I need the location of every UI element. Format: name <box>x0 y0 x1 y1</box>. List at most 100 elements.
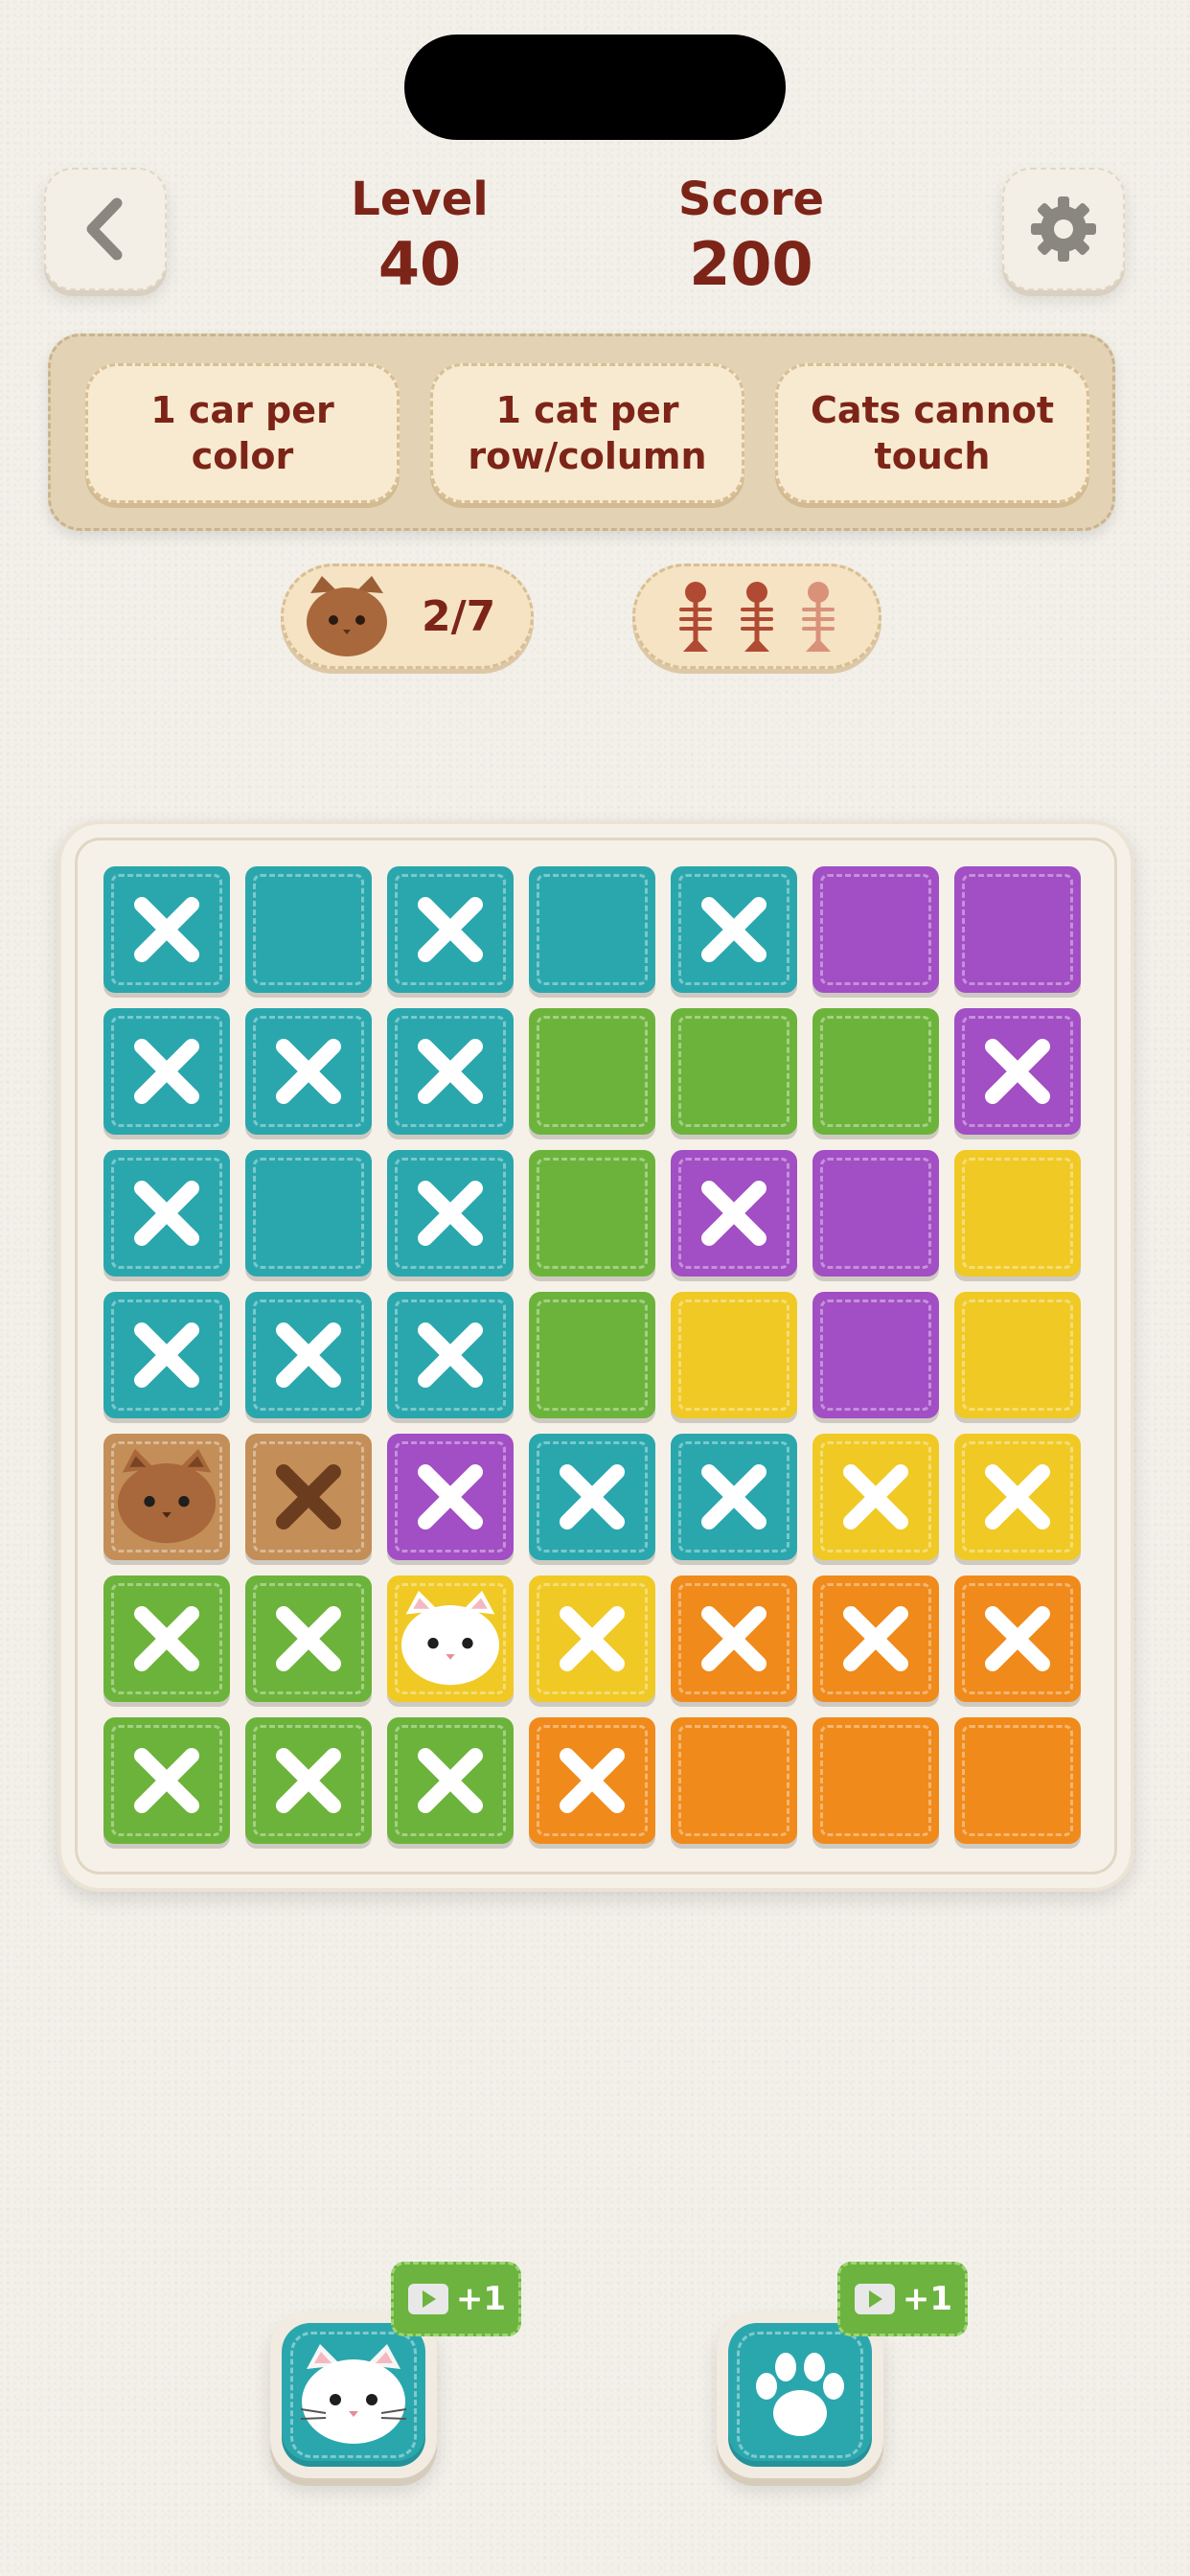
paw-powerup-badge-text: +1 <box>902 2280 953 2318</box>
cat-face-icon <box>300 2344 407 2444</box>
board-cell[interactable] <box>103 1717 230 1844</box>
board-cell[interactable] <box>245 1434 372 1560</box>
x-mark-icon <box>418 1039 483 1104</box>
board-cell[interactable] <box>671 1717 797 1844</box>
score-value: 200 <box>689 229 813 299</box>
x-mark-icon <box>985 1464 1050 1530</box>
x-mark-icon <box>418 1181 483 1246</box>
level-display: Level 40 <box>295 172 544 303</box>
settings-button[interactable] <box>1002 168 1125 290</box>
x-mark-icon <box>418 1464 483 1530</box>
board-cell[interactable] <box>245 1008 372 1135</box>
board-cell[interactable] <box>671 1150 797 1276</box>
x-mark-icon <box>418 1748 483 1813</box>
x-mark-icon <box>276 1039 341 1104</box>
board-cell[interactable] <box>529 1292 655 1418</box>
board-cell[interactable] <box>812 1717 939 1844</box>
board-cell[interactable] <box>529 1576 655 1702</box>
white-cat-icon <box>400 1590 500 1686</box>
rule-one-per-color: 1 car per color <box>85 363 400 503</box>
rule-cats-cannot-touch: Cats cannot touch <box>775 363 1089 503</box>
board-cell[interactable] <box>954 1576 1081 1702</box>
x-mark-icon <box>134 897 199 962</box>
x-mark-dark-icon <box>276 1464 341 1530</box>
board-cell[interactable] <box>529 1008 655 1135</box>
board-cell[interactable] <box>954 866 1081 993</box>
chevron-left-icon <box>86 197 123 261</box>
game-board <box>57 820 1134 1892</box>
cat-powerup-badge-text: +1 <box>455 2280 507 2318</box>
board-cell[interactable] <box>671 1576 797 1702</box>
cat-counter-text: 2/7 <box>422 591 496 641</box>
board-cell[interactable] <box>671 1434 797 1560</box>
x-mark-icon <box>701 1181 767 1246</box>
board-cell[interactable] <box>245 866 372 993</box>
board-cell[interactable] <box>812 1150 939 1276</box>
paw-powerup-tile <box>728 2323 872 2467</box>
board-cell[interactable] <box>812 1576 939 1702</box>
board-cell[interactable] <box>529 1150 655 1276</box>
video-play-icon <box>854 2284 895 2314</box>
board-cell[interactable] <box>245 1717 372 1844</box>
board-cell[interactable] <box>103 1292 230 1418</box>
x-mark-icon <box>843 1606 908 1671</box>
cat-counter-pill: 2/7 <box>281 564 534 669</box>
board-cell[interactable] <box>103 1008 230 1135</box>
board-cell[interactable] <box>387 1292 514 1418</box>
board-cell[interactable] <box>812 1292 939 1418</box>
x-mark-icon <box>134 1606 199 1671</box>
board-cell[interactable] <box>387 1717 514 1844</box>
x-mark-icon <box>843 1464 908 1530</box>
board-cell[interactable] <box>812 1434 939 1560</box>
board-cell[interactable] <box>103 1434 230 1560</box>
x-mark-icon <box>701 1464 767 1530</box>
x-mark-icon <box>560 1464 625 1530</box>
back-button[interactable] <box>44 168 167 290</box>
board-cell[interactable] <box>812 866 939 993</box>
board-cell[interactable] <box>954 1717 1081 1844</box>
x-mark-icon <box>276 1606 341 1671</box>
board-cell[interactable] <box>954 1150 1081 1276</box>
paw-icon <box>756 2353 844 2436</box>
x-mark-icon <box>985 1039 1050 1104</box>
x-mark-icon <box>418 1322 483 1388</box>
rules-panel: 1 car per color 1 cat per row/column Cat… <box>48 334 1115 531</box>
x-mark-icon <box>560 1748 625 1813</box>
device-notch <box>404 34 786 140</box>
board-cell[interactable] <box>245 1150 372 1276</box>
board-cell[interactable] <box>954 1008 1081 1135</box>
board-cell[interactable] <box>387 1576 514 1702</box>
board-cell[interactable] <box>954 1434 1081 1560</box>
board-cell[interactable] <box>671 1008 797 1135</box>
x-mark-icon <box>701 897 767 962</box>
board-cell[interactable] <box>387 866 514 993</box>
board-cell[interactable] <box>529 866 655 993</box>
cat-face-icon <box>307 576 387 656</box>
x-mark-icon <box>134 1748 199 1813</box>
board-cell[interactable] <box>529 1434 655 1560</box>
board-cell[interactable] <box>529 1717 655 1844</box>
cat-powerup-ad-badge: +1 <box>391 2262 521 2336</box>
board-cell[interactable] <box>103 1576 230 1702</box>
board-cell[interactable] <box>954 1292 1081 1418</box>
board-cell[interactable] <box>671 866 797 993</box>
paw-powerup-button[interactable]: +1 <box>717 2262 968 2478</box>
lives-pill <box>632 564 881 669</box>
board-cell[interactable] <box>387 1008 514 1135</box>
level-value: 40 <box>378 229 462 299</box>
brown-cat-icon <box>117 1448 217 1544</box>
board-cell[interactable] <box>671 1292 797 1418</box>
board-cell[interactable] <box>387 1434 514 1560</box>
board-cell[interactable] <box>812 1008 939 1135</box>
x-mark-icon <box>560 1606 625 1671</box>
paw-powerup-ad-badge: +1 <box>837 2262 968 2336</box>
x-mark-icon <box>134 1322 199 1388</box>
board-cell[interactable] <box>387 1150 514 1276</box>
board-cell[interactable] <box>103 1150 230 1276</box>
board-cell[interactable] <box>103 866 230 993</box>
board-cell[interactable] <box>245 1292 372 1418</box>
gear-icon <box>1031 196 1096 262</box>
board-cell[interactable] <box>245 1576 372 1702</box>
cat-powerup-button[interactable]: +1 <box>270 2262 521 2478</box>
x-mark-icon <box>418 897 483 962</box>
